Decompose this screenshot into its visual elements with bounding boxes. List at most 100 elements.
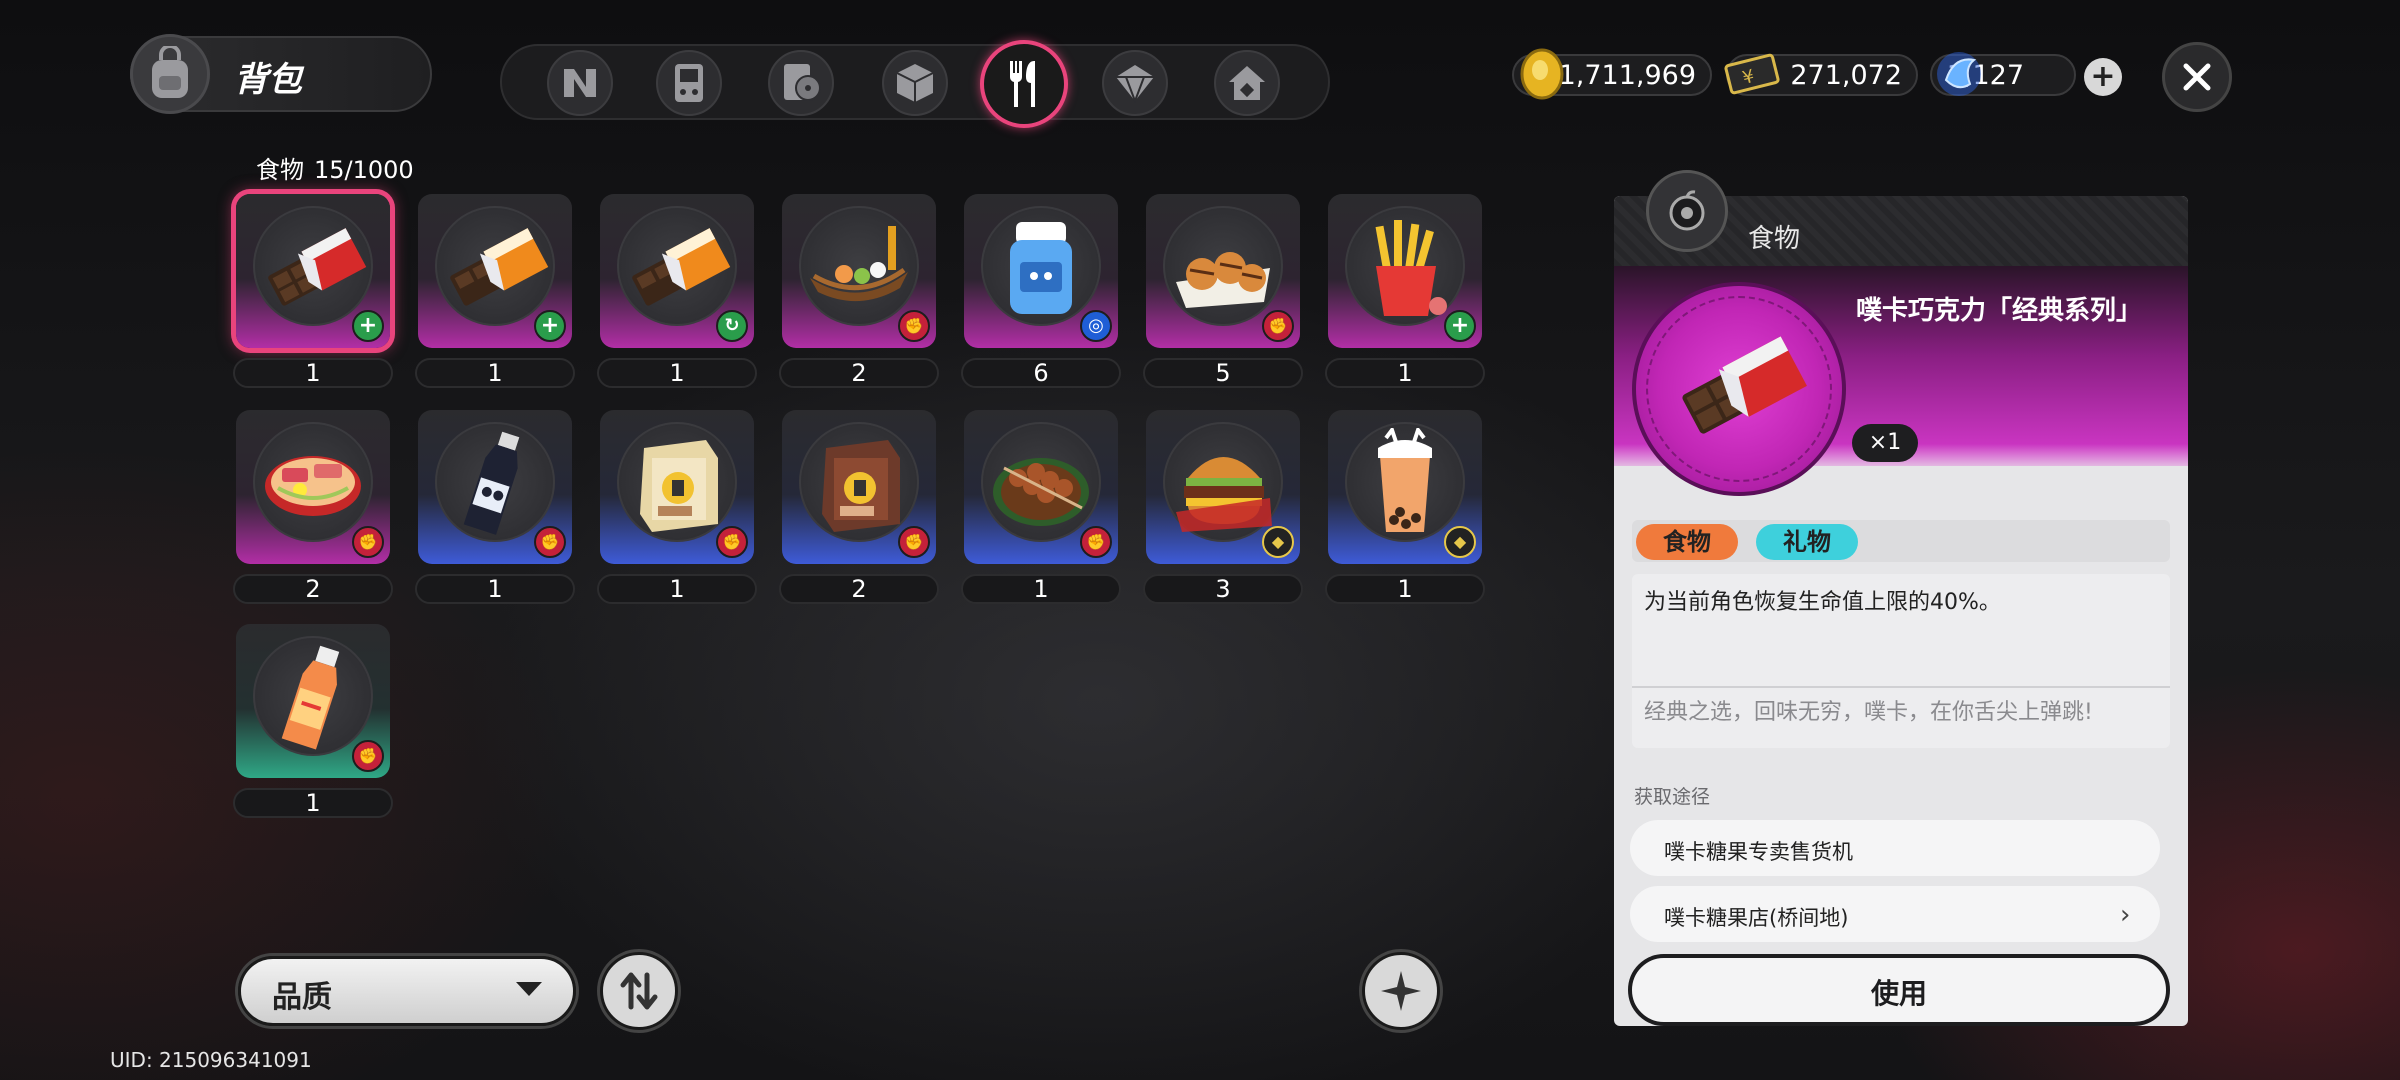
bubble-tea-icon [1378, 428, 1432, 532]
chocolate-bar-icon [1682, 336, 1807, 434]
fist-badge-icon: ✊ [898, 526, 930, 558]
tab-gem-icon[interactable] [1102, 50, 1168, 116]
juice-bottle-icon [281, 645, 340, 750]
close-button[interactable] [2162, 42, 2232, 112]
inventory-item[interactable]: ◆ [1146, 410, 1300, 564]
item-owned-count: ×1 [1852, 424, 1918, 462]
ring-badge-icon: ◎ [1080, 310, 1112, 342]
inventory-item[interactable]: + [418, 194, 572, 348]
plus-badge-icon: + [352, 310, 384, 342]
source-item-label: 噗卡糖果店(桥间地) [1664, 906, 1849, 930]
inventory-item[interactable]: ✊ [782, 194, 936, 348]
plus-badge-icon: + [1444, 310, 1476, 342]
tab-gameboy-icon[interactable] [656, 50, 722, 116]
detail-category-label: 食物 [1748, 224, 1801, 254]
item-quantity: 3 [1143, 574, 1303, 604]
inventory-header: 食物 15/1000 [256, 150, 414, 185]
detail-category-icon [1646, 170, 1728, 252]
item-quantity: 1 [1325, 574, 1485, 604]
shield-badge-icon: ◆ [1262, 526, 1294, 558]
takoyaki-icon [1176, 252, 1270, 308]
inventory-category: 食物 [256, 156, 304, 184]
inventory-item[interactable]: ◎ [964, 194, 1118, 348]
burger-icon [1176, 457, 1272, 532]
recycle-badge-icon: ↻ [716, 310, 748, 342]
sort-dropdown-label: 品质 [272, 980, 332, 1015]
tag-gift: 礼物 [1756, 524, 1858, 560]
tab-house-icon[interactable] [1214, 50, 1280, 116]
fist-badge-icon: ✊ [352, 740, 384, 772]
use-button-label: 使用 [1870, 977, 1927, 1010]
crosshair-icon [1381, 971, 1421, 1011]
drink-bottle-icon [1010, 222, 1072, 314]
source-item-label: 噗卡糖果专卖售货机 [1664, 840, 1853, 864]
tab-food-utensils-icon[interactable] [980, 40, 1068, 128]
sushi-boat-icon [810, 226, 908, 302]
chocolate-bar-icon [632, 228, 731, 306]
fist-badge-icon: ✊ [1080, 526, 1112, 558]
currency-gold-value: 1,711,969 [1558, 59, 1696, 91]
inventory-item[interactable]: ✊ [236, 410, 390, 564]
inventory-count: 15/1000 [314, 156, 414, 184]
item-quantity: 1 [597, 574, 757, 604]
inventory-item[interactable]: ✊ [236, 624, 390, 778]
snack-box-icon [822, 440, 900, 532]
currency-ticket-value: 271,072 [1790, 59, 1902, 91]
inventory-item[interactable]: + [236, 194, 390, 348]
crystal-icon [1930, 46, 1986, 102]
inventory-item[interactable]: ✊ [964, 410, 1118, 564]
item-quantity: 2 [779, 358, 939, 388]
ramen-bowl-icon [265, 456, 361, 516]
item-quantity: 1 [415, 574, 575, 604]
item-quantity: 1 [415, 358, 575, 388]
uid-label: UID: 215096341091 [110, 1048, 312, 1072]
shield-badge-icon: ◆ [1444, 526, 1476, 558]
item-quantity: 1 [233, 358, 393, 388]
chevron-down-icon [516, 982, 542, 996]
close-icon [2183, 63, 2211, 91]
inventory-item[interactable]: ✊ [418, 410, 572, 564]
item-quantity: 1 [233, 788, 393, 818]
plus-badge-icon: + [534, 310, 566, 342]
inventory-item[interactable]: ✊ [1146, 194, 1300, 348]
sort-order-button[interactable] [600, 952, 678, 1030]
inventory-item[interactable]: + [1328, 194, 1482, 348]
sort-arrows-icon [620, 972, 658, 1010]
fist-badge-icon: ✊ [534, 526, 566, 558]
item-flavor-text: 经典之选，回味无穷，噗卡，在你舌尖上弹跳! [1644, 700, 2093, 725]
item-quantity: 1 [597, 358, 757, 388]
fist-badge-icon: ✊ [1262, 310, 1294, 342]
soda-bottle-icon [463, 431, 520, 535]
item-quantity: 2 [779, 574, 939, 604]
fist-badge-icon: ✊ [352, 526, 384, 558]
tab-n-logo-icon[interactable] [547, 50, 613, 116]
chevron-right-icon: › [2120, 900, 2131, 930]
fist-badge-icon: ✊ [898, 310, 930, 342]
tag-food: 食物 [1636, 524, 1738, 560]
item-effect-text: 为当前角色恢复生命值上限的40%。 [1644, 590, 2001, 615]
french-fries-icon [1375, 220, 1447, 316]
page-title: 背包 [234, 60, 302, 100]
batch-action-button[interactable] [1362, 952, 1440, 1030]
item-quantity: 6 [961, 358, 1121, 388]
item-name: 噗卡巧克力「经典系列」 [1856, 296, 2143, 326]
item-quantity: 1 [1325, 358, 1485, 388]
inventory-item[interactable]: ◆ [1328, 410, 1482, 564]
skewers-icon [993, 458, 1089, 526]
tab-cd-player-icon[interactable] [768, 50, 834, 116]
fist-badge-icon: ✊ [716, 526, 748, 558]
item-quantity: 2 [233, 574, 393, 604]
chocolate-bar-icon [450, 228, 549, 306]
ticket-icon: ¥ [1722, 46, 1780, 102]
inventory-item[interactable]: ✊ [782, 410, 936, 564]
backpack-icon [130, 34, 210, 114]
snack-box-icon [640, 440, 718, 532]
chocolate-bar-icon [268, 228, 367, 306]
gold-coin-icon [1514, 46, 1570, 102]
tab-cube-icon[interactable] [882, 50, 948, 116]
add-crystal-button[interactable]: + [2084, 58, 2122, 96]
item-quantity: 1 [961, 574, 1121, 604]
inventory-item[interactable]: ↻ [600, 194, 754, 348]
item-quantity: 5 [1143, 358, 1303, 388]
inventory-item[interactable]: ✊ [600, 410, 754, 564]
